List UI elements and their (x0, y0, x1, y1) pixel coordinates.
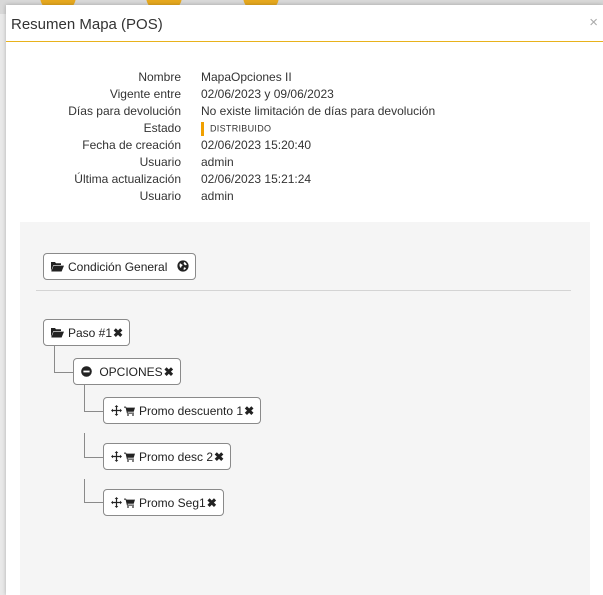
info-row-validity: Vigente entre 02/06/2023 y 09/06/2023 (6, 86, 603, 103)
info-label: Días para devolución (68, 104, 181, 118)
info-label: Usuario (139, 155, 181, 169)
info-label: Fecha de creación (82, 138, 181, 152)
info-row-status: Estado DISTRIBUIDO (6, 120, 603, 137)
tree-connector (84, 385, 85, 411)
promo-node[interactable]: Promo descuento 1✖ (103, 397, 262, 425)
condition-tree: Condición General Paso #1✖ OPCIONES✖ Pro… (20, 222, 590, 595)
modal-title: Resumen Mapa (POS) (11, 16, 163, 33)
info-label: Nombre (138, 70, 181, 84)
promo-node[interactable]: Promo desc 2✖ (103, 443, 232, 471)
node-label: Paso #1 (68, 326, 113, 340)
info-label: Estado (143, 121, 181, 135)
info-row-created-user: Usuario admin (6, 154, 603, 171)
node-label: Promo desc 2 (139, 450, 214, 464)
close-icon[interactable]: × (589, 15, 598, 30)
status-badge: DISTRIBUIDO (201, 120, 271, 137)
cart-icon (124, 445, 135, 471)
info-label: Vigente entre (109, 87, 181, 101)
remove-icon[interactable]: ✖ (207, 496, 217, 510)
remove-icon[interactable]: ✖ (244, 404, 254, 418)
map-info: Nombre MapaOpciones II Vigente entre 02/… (6, 69, 603, 205)
info-value: 02/06/2023 15:20:40 (201, 138, 312, 152)
cart-icon (124, 491, 135, 517)
info-row-updated-user: Usuario admin (6, 188, 603, 205)
move-icon[interactable] (111, 399, 122, 425)
promo-node[interactable]: Promo Seg1✖ (103, 489, 224, 516)
info-row-name: Nombre MapaOpciones II (6, 69, 603, 86)
status-color-bar (201, 121, 204, 136)
options-node[interactable]: OPCIONES✖ (73, 358, 181, 385)
step-node[interactable]: Paso #1✖ (43, 319, 131, 347)
info-value: No existe limitación de días para devolu… (201, 104, 436, 118)
minus-circle-icon (81, 360, 92, 386)
node-label: Promo descuento 1 (139, 404, 244, 418)
info-value: 02/06/2023 15:21:24 (201, 172, 312, 186)
divider (36, 290, 571, 291)
node-label: Condición General (68, 260, 168, 274)
node-label: OPCIONES (99, 365, 163, 379)
info-value: admin (201, 189, 234, 203)
tree-connector (84, 433, 85, 457)
info-value: MapaOpciones II (201, 70, 292, 84)
remove-icon[interactable]: ✖ (164, 365, 174, 379)
tree-connector (84, 479, 85, 502)
general-condition-node[interactable]: Condición General (43, 253, 196, 280)
summary-modal: Resumen Mapa (POS) × Nombre MapaOpciones… (6, 5, 603, 595)
info-row-return-days: Días para devolución No existe limitació… (6, 103, 603, 120)
info-label: Última actualización (74, 172, 181, 186)
info-label: Usuario (139, 189, 181, 203)
modal-header: Resumen Mapa (POS) × (6, 5, 603, 42)
move-icon[interactable] (111, 491, 122, 517)
remove-icon[interactable]: ✖ (113, 326, 123, 340)
globe-icon[interactable] (177, 255, 189, 281)
status-text: DISTRIBUIDO (210, 123, 272, 134)
node-label: Promo Seg1 (139, 496, 206, 510)
folder-open-icon (51, 321, 64, 347)
cart-icon (124, 399, 135, 425)
info-value: admin (201, 155, 234, 169)
info-row-updated: Última actualización 02/06/2023 15:21:24 (6, 171, 603, 188)
tree-connector (54, 346, 55, 372)
folder-open-icon (51, 255, 64, 281)
remove-icon[interactable]: ✖ (214, 450, 224, 464)
info-row-created: Fecha de creación 02/06/2023 15:20:40 (6, 137, 603, 154)
move-icon[interactable] (111, 445, 122, 471)
info-value: 02/06/2023 y 09/06/2023 (201, 87, 334, 101)
